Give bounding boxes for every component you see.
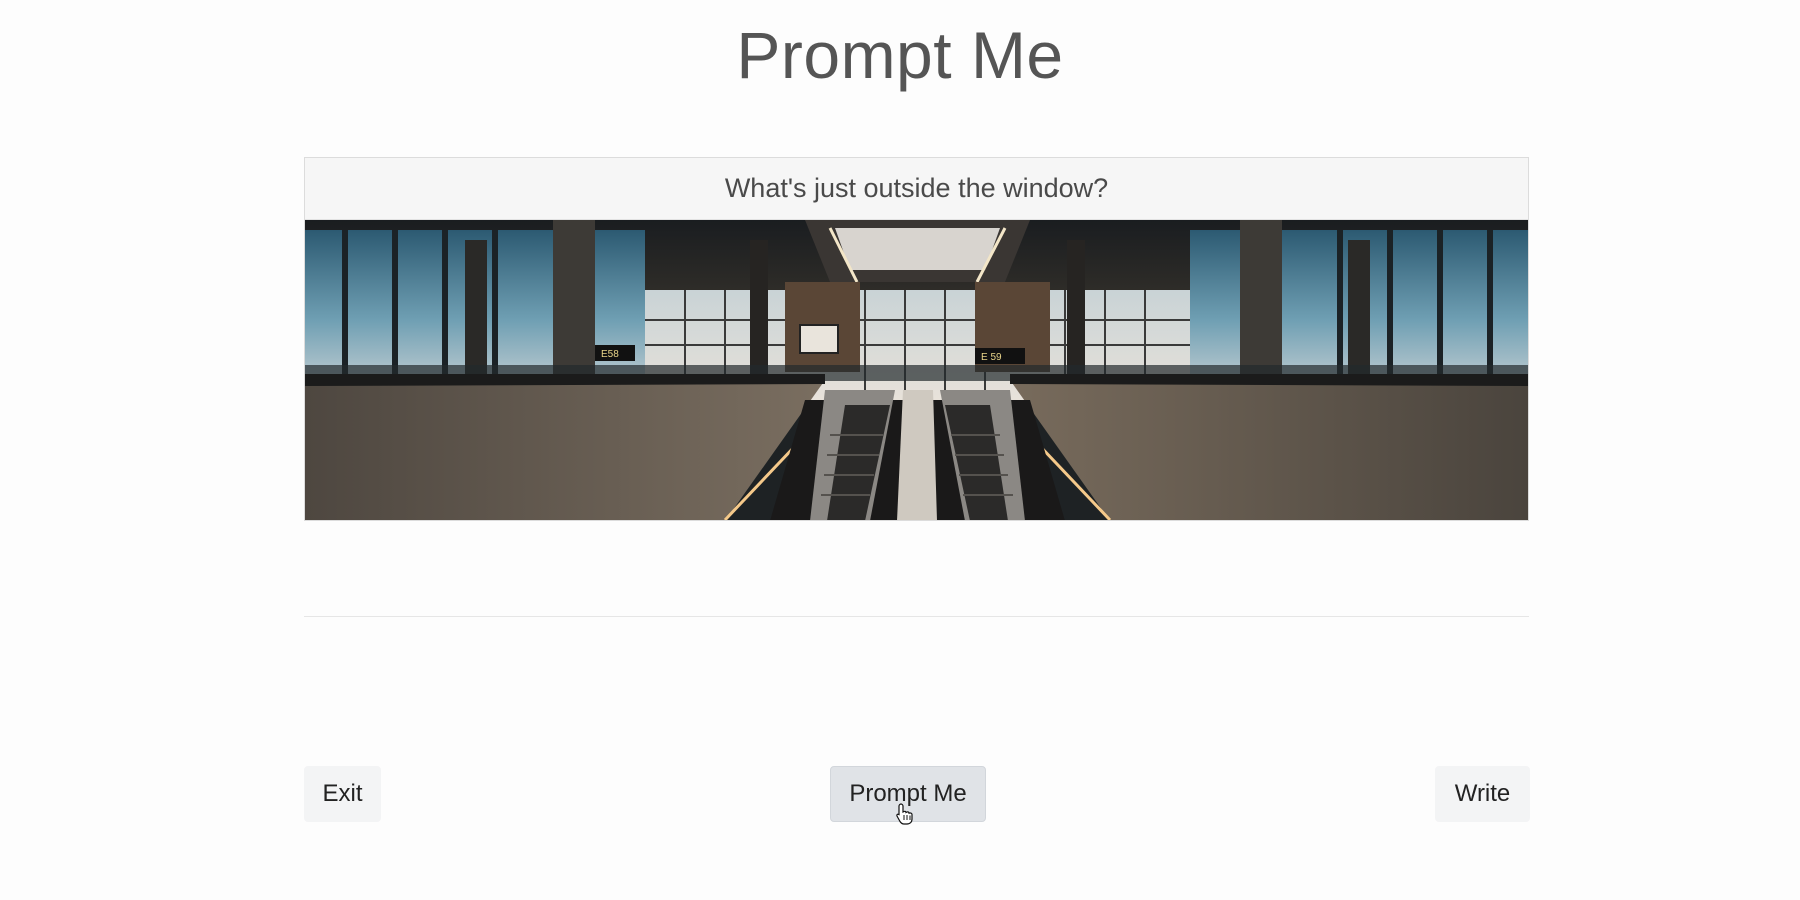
gate-sign-e59: E 59 (981, 352, 1002, 363)
pointer-hand-icon (896, 803, 913, 825)
page: Prompt Me What's just outside the window… (0, 0, 1800, 900)
prompt-card: What's just outside the window? E58 E 59 (304, 157, 1529, 521)
write-button[interactable]: Write (1435, 766, 1530, 822)
gate-sign-e58: E58 (601, 349, 619, 360)
divider (304, 616, 1529, 617)
prompt-question: What's just outside the window? (305, 158, 1528, 220)
page-title: Prompt Me (736, 18, 1064, 92)
prompt-image: E58 E 59 (305, 220, 1528, 520)
exit-button[interactable]: Exit (304, 766, 381, 822)
